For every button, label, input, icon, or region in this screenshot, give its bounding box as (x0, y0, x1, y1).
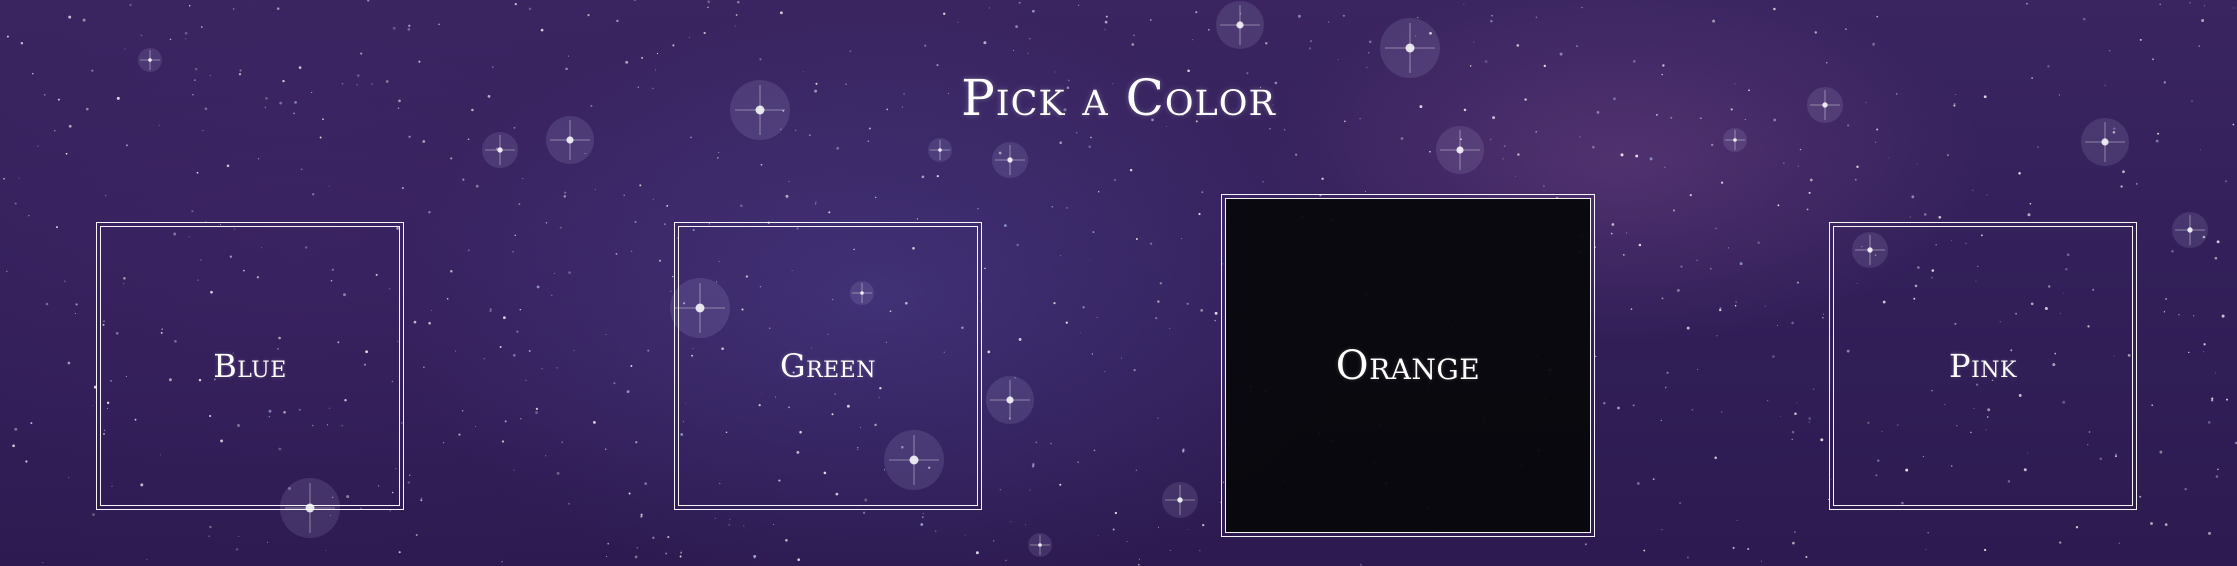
color-option-label: Blue (213, 347, 287, 385)
color-option-frame: Blue (100, 226, 400, 506)
color-option-frame: Orange (1225, 198, 1591, 533)
color-option-frame: Green (678, 226, 978, 506)
color-option-label: Green (780, 347, 876, 385)
color-option-frame: Pink (1833, 226, 2133, 506)
color-option-green[interactable]: Green (674, 222, 982, 510)
color-option-pink[interactable]: Pink (1829, 222, 2137, 510)
color-option-blue[interactable]: Blue (96, 222, 404, 510)
page-title: Pick a Color (961, 69, 1276, 127)
color-option-label: Pink (1949, 347, 2017, 385)
color-option-label: Orange (1335, 342, 1481, 389)
color-option-orange[interactable]: Orange (1221, 194, 1595, 537)
